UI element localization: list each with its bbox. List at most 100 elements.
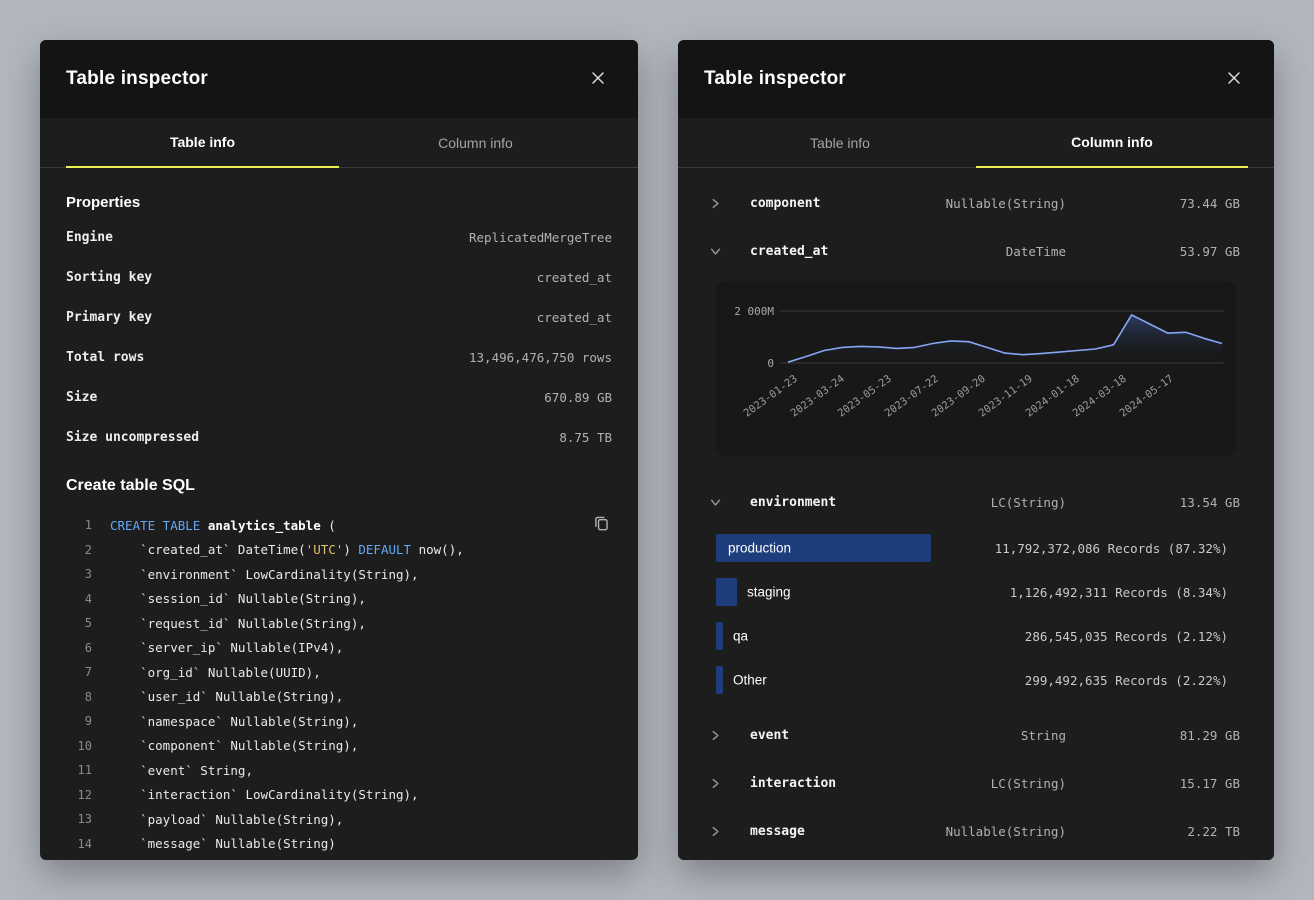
column-type: Nullable(String) [876, 824, 1066, 839]
code-token: `interaction` LowCardinality(String), [110, 787, 419, 802]
code-line: 8 `user_id` Nullable(String), [66, 685, 612, 710]
code-token: `session_id` Nullable(String), [110, 591, 366, 606]
properties-heading: Properties [66, 194, 612, 211]
property-value: 13,496,476,750 rows [469, 350, 612, 365]
code-line: 3 `environment` LowCardinality(String), [66, 562, 612, 587]
code-text: `created_at` DateTime('UTC') DEFAULT now… [110, 542, 464, 557]
column-type: LC(String) [876, 776, 1066, 791]
desktop-background: { "colors": { "accent": "#edf14f", "bar"… [0, 0, 1314, 900]
code-token: `request_id` Nullable(String), [110, 616, 366, 631]
line-number: 3 [66, 567, 92, 581]
code-line: 11 `event` String, [66, 758, 612, 783]
code-token: `org_id` Nullable(UUID), [110, 665, 321, 680]
value-bar-track: Other [716, 666, 976, 694]
svg-text:0: 0 [767, 357, 774, 370]
code-token: CREATE TABLE [110, 518, 200, 533]
code-token: DEFAULT [358, 542, 411, 557]
properties-list: EngineReplicatedMergeTreeSorting keycrea… [66, 217, 612, 457]
table-inspector-modal-table-info: Table inspector Table infoColumn info Pr… [40, 40, 638, 860]
line-number: 7 [66, 665, 92, 679]
value-bar [716, 622, 723, 650]
value-label: Other [733, 673, 767, 688]
environment-value-row: qa286,545,035 Records (2.12%) [678, 614, 1274, 658]
column-row-environment[interactable]: environmentLC(String)13.54 GB [678, 478, 1274, 526]
copy-icon [593, 520, 610, 535]
modal-header: Table inspector [678, 40, 1274, 118]
column-row-event[interactable]: eventString81.29 GB [678, 711, 1274, 759]
column-row-message[interactable]: messageNullable(String)2.22 TB [678, 807, 1274, 855]
column-size: 73.44 GB [1066, 196, 1240, 211]
tab-bar: Table infoColumn info [678, 118, 1274, 168]
column-row-component[interactable]: componentNullable(String)73.44 GB [678, 179, 1274, 227]
environment-value-row: Other 299,492,635 Records (2.22%) [678, 658, 1274, 702]
code-token: analytics_table [208, 518, 321, 533]
code-text: `server_ip` Nullable(IPv4), [110, 640, 343, 655]
column-row-created_at[interactable]: created_atDateTime53.97 GB [678, 227, 1274, 275]
code-token: `payload` Nullable(String), [110, 812, 343, 827]
code-text: `interaction` LowCardinality(String), [110, 787, 419, 802]
value-records: 299,492,635 Records (2.22%) [1025, 673, 1228, 688]
code-token: `namespace` Nullable(String), [110, 714, 358, 729]
chevron-down-icon [710, 246, 736, 257]
close-icon [1227, 71, 1241, 88]
code-token [200, 518, 208, 533]
property-row: Total rows 13,496,476,750 rows [66, 337, 612, 377]
code-line: 14 `message` Nullable(String) [66, 832, 612, 857]
tab-column-info[interactable]: Column info [339, 118, 612, 168]
column-name: message [736, 824, 876, 839]
svg-text:2 000M: 2 000M [734, 305, 774, 318]
code-text: `session_id` Nullable(String), [110, 591, 366, 606]
value-bar [716, 666, 723, 694]
copy-button[interactable] [591, 513, 612, 537]
property-label: Size [66, 390, 97, 405]
property-value: 670.89 GB [544, 390, 612, 405]
code-text: `event` String, [110, 763, 253, 778]
line-number: 1 [66, 518, 92, 532]
property-row: Size uncompressed 8.75 TB [66, 417, 612, 457]
column-type: String [876, 728, 1066, 743]
property-row: Sorting keycreated_at [66, 257, 612, 297]
property-value: 8.75 TB [559, 430, 612, 445]
environment-values-list: production11,792,372,086 Records (87.32%… [678, 526, 1274, 702]
line-number: 10 [66, 739, 92, 753]
property-label: Size uncompressed [66, 430, 199, 445]
table-inspector-modal-column-info: Table inspector Table infoColumn info co… [678, 40, 1274, 860]
code-token: `component` Nullable(String), [110, 738, 358, 753]
property-value: created_at [537, 270, 612, 285]
property-label: Total rows [66, 350, 144, 365]
column-size: 53.97 GB [1066, 244, 1240, 259]
code-line: 2 `created_at` DateTime('UTC') DEFAULT n… [66, 538, 612, 563]
value-label: qa [733, 629, 748, 644]
tab-column-info[interactable]: Column info [976, 118, 1248, 168]
line-number: 14 [66, 837, 92, 851]
tab-table-info[interactable]: Table info [66, 118, 339, 168]
tab-table-info[interactable]: Table info [704, 118, 976, 168]
code-line: 5 `request_id` Nullable(String), [66, 611, 612, 636]
code-token: 'UTC' [306, 542, 344, 557]
value-bar-track: staging [716, 578, 976, 606]
code-line: 10 `component` Nullable(String), [66, 734, 612, 759]
close-button[interactable] [1220, 65, 1248, 93]
value-bar-track: qa [716, 622, 976, 650]
property-row: Primary keycreated_at [66, 297, 612, 337]
column-name: interaction [736, 776, 876, 791]
close-icon [591, 71, 605, 88]
code-token: `user_id` Nullable(String), [110, 689, 343, 704]
close-button[interactable] [584, 65, 612, 93]
code-line: 4 `session_id` Nullable(String), [66, 587, 612, 612]
column-row-interaction[interactable]: interactionLC(String)15.17 GB [678, 759, 1274, 807]
code-token: ) [343, 542, 358, 557]
value-records: 1,126,492,311 Records (8.34%) [1010, 585, 1228, 600]
code-token: `server_ip` Nullable(IPv4), [110, 640, 343, 655]
chart-area [788, 315, 1222, 363]
code-line: 13 `payload` Nullable(String), [66, 807, 612, 832]
code-text: `component` Nullable(String), [110, 738, 358, 753]
property-row: EngineReplicatedMergeTree [66, 217, 612, 257]
column-size: 81.29 GB [1066, 728, 1240, 743]
column-type: Nullable(String) [876, 196, 1066, 211]
code-line: 7 `org_id` Nullable(UUID), [66, 660, 612, 685]
property-label: Primary key [66, 310, 152, 325]
chevron-down-icon [710, 497, 736, 508]
code-text: `namespace` Nullable(String), [110, 714, 358, 729]
code-line: 1CREATE TABLE analytics_table ( [66, 513, 612, 538]
